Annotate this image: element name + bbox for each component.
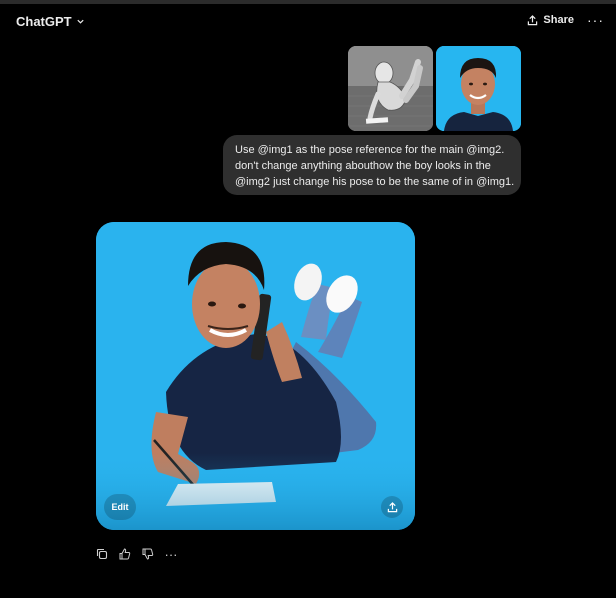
user-message: Use @img1 as the pose reference for the …: [223, 135, 521, 195]
thumbs-down-icon: [142, 548, 154, 560]
header: ChatGPT Share ···: [0, 4, 616, 40]
share-button[interactable]: Share: [527, 14, 574, 26]
download-icon: [387, 501, 397, 512]
share-icon: [528, 14, 538, 25]
edit-button[interactable]: Edit: [104, 494, 136, 520]
chevron-down-icon: [77, 19, 84, 24]
thumbs-down-button[interactable]: [141, 547, 155, 561]
reference-image-pose[interactable]: [348, 46, 433, 131]
thumbs-up-button[interactable]: [118, 547, 132, 561]
model-selector[interactable]: ChatGPT: [16, 14, 85, 29]
message-line: @img2 just change his pose to be the sam…: [235, 176, 515, 188]
message-line: don't change anything abouthow the boy l…: [235, 160, 491, 172]
response-actions: ···: [95, 547, 178, 562]
message-line: Use @img1 as the pose reference for the …: [235, 144, 505, 156]
download-button[interactable]: [381, 496, 403, 518]
copy-icon: [96, 548, 108, 560]
boy-lying-illustration: [96, 222, 415, 530]
app-title: ChatGPT: [16, 14, 72, 29]
copy-button[interactable]: [95, 547, 109, 561]
more-options-icon[interactable]: ···: [587, 12, 604, 28]
portrait-illustration: [436, 46, 521, 131]
pose-figure-illustration: [348, 46, 433, 131]
share-label: Share: [543, 14, 574, 26]
thumbs-up-icon: [119, 548, 131, 560]
generated-image[interactable]: Edit: [96, 222, 415, 530]
reference-image-portrait[interactable]: [436, 46, 521, 131]
more-icon[interactable]: ···: [164, 547, 178, 562]
